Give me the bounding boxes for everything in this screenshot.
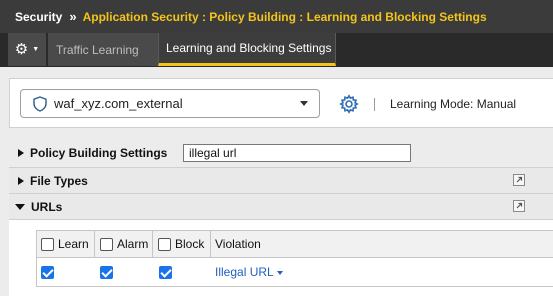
urls-panel: Learn Alarm Block Violation Illegal URL — [9, 219, 553, 296]
policy-building-settings-row[interactable]: Policy Building Settings — [9, 140, 553, 166]
chevron-down-icon — [276, 270, 283, 275]
policy-select[interactable]: waf_xyz.com_external — [20, 89, 320, 118]
column-violation: Violation — [210, 231, 553, 257]
search-input[interactable] — [183, 144, 411, 162]
column-learn-label: Learn — [58, 237, 89, 251]
alarm-all-checkbox[interactable] — [100, 237, 113, 251]
alarm-cell — [94, 258, 152, 286]
section-file-types-label: File Types — [30, 173, 88, 188]
section-file-types[interactable]: File Types — [9, 167, 553, 193]
chevron-down-icon: ▼ — [32, 46, 40, 53]
block-checkbox[interactable] — [159, 265, 172, 279]
table-header: Learn Alarm Block Violation — [37, 231, 553, 258]
alarm-checkbox[interactable] — [100, 265, 113, 279]
policy-select-value: waf_xyz.com_external — [54, 96, 183, 111]
column-learn: Learn — [37, 231, 94, 257]
policy-building-settings-label: Policy Building Settings — [30, 146, 168, 160]
column-violation-label: Violation — [215, 237, 261, 251]
violation-label: Illegal URL — [215, 265, 274, 279]
shield-icon — [33, 95, 47, 112]
learn-checkbox[interactable] — [41, 265, 54, 279]
tab-strip: ⚙ ▼ Traffic Learning Learning and Blocki… — [0, 33, 553, 67]
divider — [374, 98, 375, 111]
popout-icon[interactable] — [513, 200, 525, 212]
column-alarm: Alarm — [94, 231, 152, 257]
expand-arrow-icon — [18, 176, 24, 185]
learn-cell — [37, 258, 94, 286]
breadcrumb: Security » Application Security : Policy… — [0, 0, 553, 33]
section-urls-label: URLs — [31, 199, 63, 214]
gear-icon[interactable] — [339, 94, 359, 114]
expand-arrow-icon — [18, 149, 24, 157]
learning-mode-value: Manual — [476, 97, 517, 111]
settings-menu-button[interactable]: ⚙ ▼ — [8, 33, 47, 66]
column-block: Block — [152, 231, 210, 257]
popout-icon[interactable] — [513, 174, 525, 186]
learning-mode: Learning Mode: Manual — [390, 97, 516, 111]
violation-cell: Illegal URL — [210, 258, 553, 286]
chevron-down-icon — [300, 101, 308, 106]
learn-all-checkbox[interactable] — [41, 237, 54, 251]
block-all-checkbox[interactable] — [158, 237, 171, 251]
section-urls[interactable]: URLs — [9, 193, 553, 219]
learning-mode-label: Learning Mode: — [390, 97, 474, 111]
gear-icon: ⚙ — [14, 41, 29, 58]
table-row: Illegal URL — [37, 258, 553, 286]
collapse-arrow-icon — [15, 203, 25, 210]
block-cell — [152, 258, 210, 286]
column-block-label: Block — [175, 237, 205, 251]
violation-link[interactable]: Illegal URL — [215, 265, 283, 279]
breadcrumb-root[interactable]: Security — [15, 10, 62, 24]
breadcrumb-path: Application Security : Policy Building :… — [82, 9, 487, 24]
tab-learning-blocking-settings[interactable]: Learning and Blocking Settings — [158, 33, 336, 66]
column-alarm-label: Alarm — [117, 237, 149, 251]
tab-traffic-learning[interactable]: Traffic Learning — [48, 33, 158, 66]
urls-table: Learn Alarm Block Violation Illegal URL — [36, 230, 553, 287]
breadcrumb-separator: » — [69, 9, 77, 24]
policy-panel: waf_xyz.com_external Learning Mode: Manu… — [9, 78, 553, 128]
